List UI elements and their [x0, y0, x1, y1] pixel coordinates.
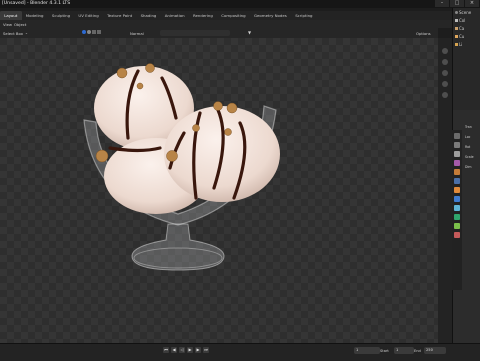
overlay-icon[interactable] [97, 30, 101, 34]
outliner-row-label: Col [459, 17, 466, 23]
scale-label: Scale [465, 155, 474, 159]
timeline-bar: ⏮ ◀ ◁ ▶ ▶ ⏭ 1 Start 1 End 250 [0, 343, 480, 361]
pivot-icon[interactable] [87, 30, 91, 34]
material-icon[interactable] [454, 232, 460, 238]
filter-icon[interactable]: ▼ [248, 30, 251, 35]
physics-icon[interactable] [454, 205, 460, 211]
tab-layout[interactable]: Layout [0, 11, 22, 20]
tab-uv-editing[interactable]: UV Editing [74, 11, 103, 20]
camera-object-icon [455, 26, 458, 30]
jump-end-icon[interactable]: ⏭ [203, 347, 209, 353]
mesh-icon [455, 34, 458, 38]
tab-geometry-nodes[interactable]: Geometry Nodes [250, 11, 291, 20]
constraints-icon[interactable] [454, 214, 460, 220]
start-label: Start [380, 348, 389, 353]
select-mode-dropdown[interactable]: Select Box [3, 31, 23, 36]
snap-controls[interactable] [160, 30, 230, 36]
viewport-header: Select Box ⌄ Normal ▼ Options [0, 28, 438, 38]
outliner-row[interactable]: Ca [453, 24, 480, 32]
tab-modeling[interactable]: Modeling [22, 11, 48, 20]
rotation-label: Rot [465, 145, 471, 149]
view-icon[interactable] [92, 30, 96, 34]
tab-rendering[interactable]: Rendering [189, 11, 217, 20]
properties-tabs [452, 130, 462, 290]
location-label: Loc [465, 135, 471, 139]
modifier-icon[interactable] [454, 196, 460, 202]
end-frame-field[interactable]: 250 [424, 347, 446, 354]
outliner-panel: Scene Col Ca Cu Li [452, 8, 480, 110]
next-keyframe-icon[interactable]: ▶ [195, 347, 201, 353]
camera-icon[interactable] [442, 81, 448, 87]
tab-texture-paint[interactable]: Texture Paint [103, 11, 136, 20]
outliner-row-label: Cu [459, 33, 465, 39]
maximize-button[interactable]: □ [450, 0, 464, 7]
outliner-row[interactable]: Col [453, 16, 480, 24]
options-menu[interactable]: Options [416, 31, 431, 36]
outliner-row[interactable]: Scene [453, 8, 480, 16]
output-icon[interactable] [454, 151, 460, 157]
chevron-down-icon: ⌄ [25, 31, 28, 35]
tab-scripting[interactable]: Scripting [291, 11, 317, 20]
prev-keyframe-icon[interactable]: ◀ [171, 347, 177, 353]
zoom-icon[interactable] [442, 59, 448, 65]
minimize-button[interactable]: – [435, 0, 449, 7]
tab-shading[interactable]: Shading [136, 11, 160, 20]
pan-icon[interactable] [442, 70, 448, 76]
light-icon [455, 42, 458, 46]
close-button[interactable]: × [465, 0, 479, 7]
play-reverse-icon[interactable]: ◁ [179, 347, 185, 353]
world-icon[interactable] [454, 178, 460, 184]
jump-start-icon[interactable]: ⏮ [163, 347, 169, 353]
scene-icon [455, 10, 458, 14]
outliner-row[interactable]: Cu [453, 32, 480, 40]
object-menu[interactable]: Object [14, 22, 26, 27]
menu-strip: View Object [0, 20, 452, 28]
axis-x-icon[interactable] [442, 48, 448, 54]
outliner-row-label: Scene [459, 9, 472, 15]
window-controls: – □ × [435, 0, 479, 7]
outliner-row-label: Ca [459, 25, 465, 31]
view-layer-icon[interactable] [454, 160, 460, 166]
tab-animation[interactable]: Animation [161, 11, 189, 20]
scene-props-icon[interactable] [454, 169, 460, 175]
ice-cream-model [83, 63, 280, 271]
view-menu[interactable]: View [3, 22, 12, 27]
outliner-row-label: Li [459, 41, 463, 47]
tool-icon[interactable] [454, 133, 460, 139]
workspace-tabs: Layout Modeling Sculpting UV Editing Tex… [0, 11, 452, 20]
viewport-nav-gizmo [438, 38, 452, 343]
current-frame-field[interactable]: 1 [354, 347, 380, 354]
transform-header[interactable]: Tran [465, 122, 480, 132]
collection-icon [455, 18, 458, 22]
grid-icon[interactable] [442, 92, 448, 98]
title-bar: [Unsaved] - Blender 4.3.1 LTS – □ × [0, 0, 480, 8]
outliner-row[interactable]: Li [453, 40, 480, 48]
data-icon[interactable] [454, 223, 460, 229]
viewport-3d[interactable] [0, 38, 438, 343]
orientation-dropdown[interactable]: Normal [130, 31, 144, 36]
end-label: End [414, 348, 421, 353]
tab-compositing[interactable]: Compositing [217, 11, 250, 20]
orientation-globe-icon[interactable] [82, 30, 86, 34]
window-title: [Unsaved] - Blender 4.3.1 LTS [2, 1, 71, 6]
tab-sculpting[interactable]: Sculpting [48, 11, 75, 20]
dimensions-label: Dim [465, 165, 472, 169]
render-icon[interactable] [454, 142, 460, 148]
play-icon[interactable]: ▶ [187, 347, 193, 353]
object-props-icon[interactable] [454, 187, 460, 193]
start-frame-field[interactable]: 1 [394, 347, 414, 354]
transform-icon-group [82, 30, 122, 36]
